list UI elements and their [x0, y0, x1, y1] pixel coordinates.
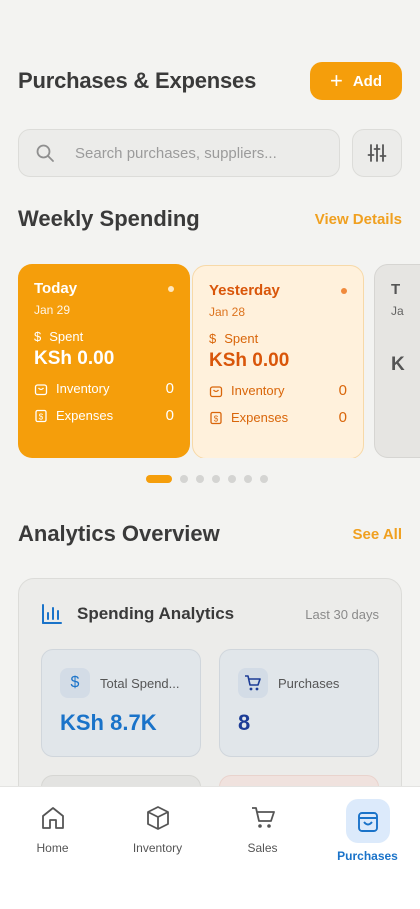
bottom-navigation: Home Inventory Sales Purchases: [0, 786, 420, 909]
nav-label: Purchases: [337, 849, 398, 863]
pager-dot-active[interactable]: [146, 475, 172, 483]
bag-icon: [34, 383, 48, 395]
view-details-link[interactable]: View Details: [315, 211, 402, 228]
stat-value: 8: [238, 710, 251, 735]
search-input[interactable]: Search purchases, suppliers...: [18, 129, 340, 177]
nav-item-home[interactable]: Home: [0, 787, 105, 909]
stat-value: KSh 8.7K: [60, 710, 157, 735]
spent-row: $ Spent: [34, 329, 174, 344]
expenses-value: 0: [338, 409, 347, 426]
nav-label: Inventory: [132, 841, 183, 855]
spent-amount: KSh 0.00: [34, 348, 115, 369]
nav-label: Sales: [247, 841, 278, 855]
search-row: Search purchases, suppliers...: [18, 129, 402, 177]
analytics-card-header: Spending Analytics Last 30 days: [41, 603, 379, 625]
cart-icon: [251, 807, 275, 828]
stat-purchases[interactable]: Purchases 8: [219, 649, 379, 757]
sliders-icon: [367, 144, 387, 162]
pager-dot[interactable]: [260, 475, 268, 483]
receipt-icon: $: [210, 411, 222, 424]
pager-dot[interactable]: [244, 475, 252, 483]
expenses-label: Expenses: [56, 408, 114, 423]
analytics-range[interactable]: Last 30 days: [305, 607, 379, 622]
day-date: Jan 29: [34, 303, 71, 317]
nav-item-inventory[interactable]: Inventory: [105, 787, 210, 909]
bag-icon: [357, 812, 378, 832]
day-label: Today: [34, 280, 78, 297]
spent-label: Spent: [49, 329, 84, 344]
svg-text:$: $: [214, 414, 219, 423]
receipt-icon: $: [35, 409, 47, 422]
home-icon: [41, 807, 64, 829]
analytics-header: Analytics Overview See All: [18, 521, 402, 547]
cart-icon: [238, 668, 268, 698]
carousel-pager: [146, 475, 268, 483]
filter-button[interactable]: [352, 129, 402, 177]
weekly-cards-carousel[interactable]: Today Jan 29 $ Spent KSh 0.00 Inventory …: [18, 264, 420, 458]
plus-icon: +: [329, 68, 343, 93]
stat-label: Purchases: [278, 675, 340, 691]
analytics-title: Analytics Overview: [18, 521, 220, 546]
day-date: Jan 28: [209, 305, 246, 319]
day-date: Ja: [391, 304, 404, 318]
add-button-label: Add: [352, 72, 383, 90]
pager-dot[interactable]: [228, 475, 236, 483]
dollar-icon: $: [209, 331, 217, 346]
svg-text:$: $: [39, 412, 44, 421]
nav-item-sales[interactable]: Sales: [210, 787, 315, 909]
search-icon: [36, 144, 54, 162]
spent-amount: KSh 0.00: [209, 350, 290, 371]
see-all-link[interactable]: See All: [353, 526, 402, 543]
spent-amount: K: [391, 354, 405, 375]
dollar-icon: $: [60, 668, 90, 698]
page-title: Purchases & Expenses: [18, 68, 257, 93]
weekly-spending-header: Weekly Spending View Details: [18, 206, 402, 232]
weekly-spending-title: Weekly Spending: [18, 206, 200, 231]
dollar-icon: $: [34, 329, 42, 344]
pager-dot[interactable]: [212, 475, 220, 483]
add-button[interactable]: + Add: [310, 62, 402, 100]
analytics-card-title: Spending Analytics: [77, 604, 235, 623]
spent-label: Spent: [224, 331, 259, 346]
nav-item-purchases[interactable]: Purchases: [315, 787, 420, 909]
inventory-value: 0: [338, 382, 347, 399]
inventory-metric: Inventory 0: [209, 382, 347, 399]
expenses-metric: $ Expenses 0: [209, 409, 347, 426]
day-label: T: [391, 281, 401, 298]
day-card-today[interactable]: Today Jan 29 $ Spent KSh 0.00 Inventory …: [18, 264, 190, 458]
search-placeholder: Search purchases, suppliers...: [75, 144, 277, 162]
expenses-metric: $ Expenses 0: [34, 407, 174, 424]
status-dot: [341, 288, 347, 294]
inventory-value: 0: [165, 380, 174, 397]
day-card-yesterday[interactable]: Yesterday Jan 28 $ Spent KSh 0.00 Invent…: [192, 265, 364, 458]
stat-total-spend[interactable]: $ Total Spend... KSh 8.7K: [41, 649, 201, 757]
bar-chart-icon: [42, 604, 62, 624]
expenses-value: 0: [165, 407, 174, 424]
box-icon: [146, 806, 169, 830]
inventory-label: Inventory: [56, 381, 110, 396]
day-card-partial[interactable]: T Ja K: [374, 264, 420, 458]
bag-icon: [209, 385, 223, 397]
status-dot: [168, 286, 174, 292]
pager-dot[interactable]: [180, 475, 188, 483]
expenses-label: Expenses: [231, 410, 289, 425]
page-header: Purchases & Expenses + Add: [18, 60, 402, 102]
day-label: Yesterday: [209, 282, 280, 299]
inventory-label: Inventory: [231, 383, 285, 398]
inventory-metric: Inventory 0: [34, 380, 174, 397]
spent-row: $ Spent: [209, 331, 347, 346]
active-indicator: [345, 799, 390, 843]
stat-label: Total Spend...: [100, 675, 180, 691]
nav-label: Home: [36, 841, 69, 855]
pager-dot[interactable]: [196, 475, 204, 483]
